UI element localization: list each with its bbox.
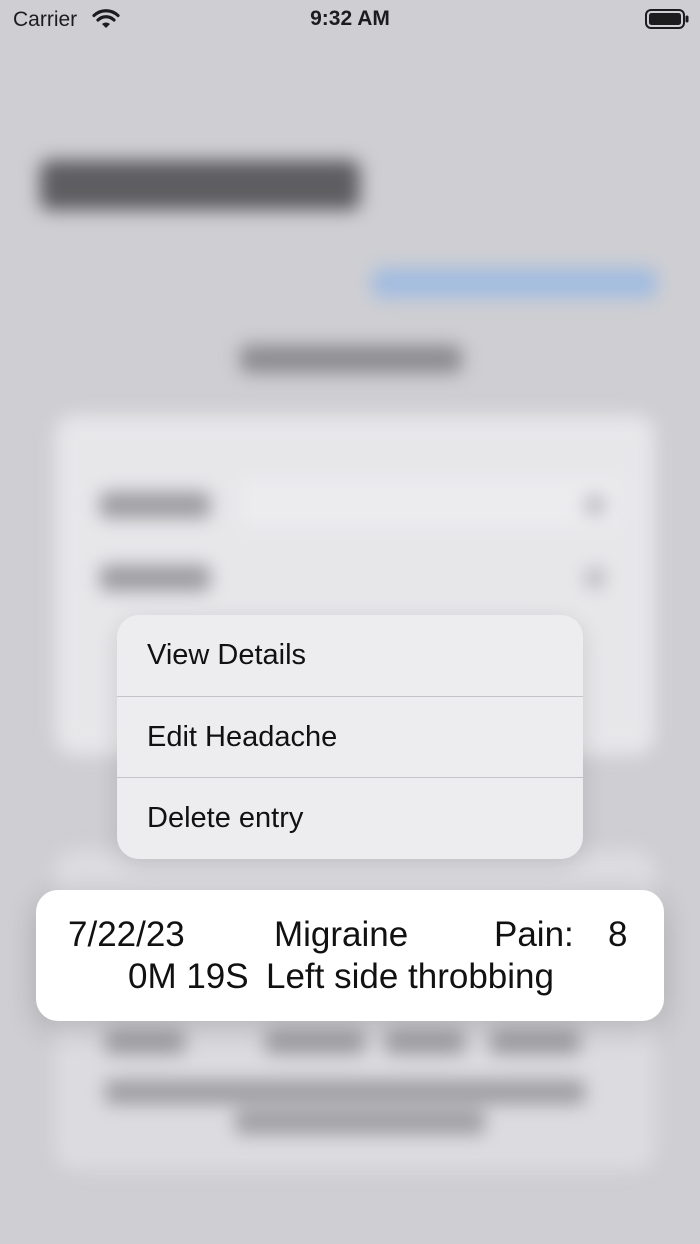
pain-label: Pain:: [494, 915, 574, 954]
blurred-link: [372, 268, 657, 298]
clock: 9:32 AM: [310, 7, 390, 30]
view-details-menu-item[interactable]: View Details: [117, 615, 583, 696]
blurred-text-line: [105, 1080, 585, 1104]
blurred-text-line: [235, 1110, 485, 1134]
menu-item-label: Edit Headache: [147, 720, 338, 753]
pain-value: 8: [608, 915, 628, 954]
context-menu: View Details Edit Headache Delete entry: [117, 615, 583, 859]
blurred-row-label: [100, 565, 210, 591]
headache-entry-preview[interactable]: 7/22/23 Migraine Pain: 8 0M 19S Left sid…: [36, 890, 664, 1021]
blurred-text-line: [490, 1030, 580, 1054]
blurred-subtitle: [240, 345, 462, 373]
menu-item-label: Delete entry: [147, 801, 304, 834]
status-bar: Carrier 9:32 AM: [0, 0, 700, 40]
battery-icon: [645, 9, 689, 34]
blurred-text-line: [105, 1030, 185, 1054]
blurred-text-line: [265, 1030, 365, 1054]
entry-date: 7/22/23: [68, 915, 185, 954]
blurred-row-field: [240, 478, 620, 528]
entry-note: Left side throbbing: [266, 957, 554, 996]
blurred-chevron-icon: [585, 495, 605, 515]
entry-duration: 0M 19S: [128, 957, 249, 996]
blurred-text-line: [385, 1030, 465, 1054]
blurred-chevron-icon: [585, 568, 605, 588]
edit-headache-menu-item[interactable]: Edit Headache: [117, 696, 583, 777]
blurred-row-label: [100, 492, 210, 518]
delete-entry-menu-item[interactable]: Delete entry: [117, 777, 583, 858]
entry-type: Migraine: [274, 915, 409, 954]
blurred-page-title: [40, 160, 360, 210]
menu-item-label: View Details: [147, 639, 307, 671]
